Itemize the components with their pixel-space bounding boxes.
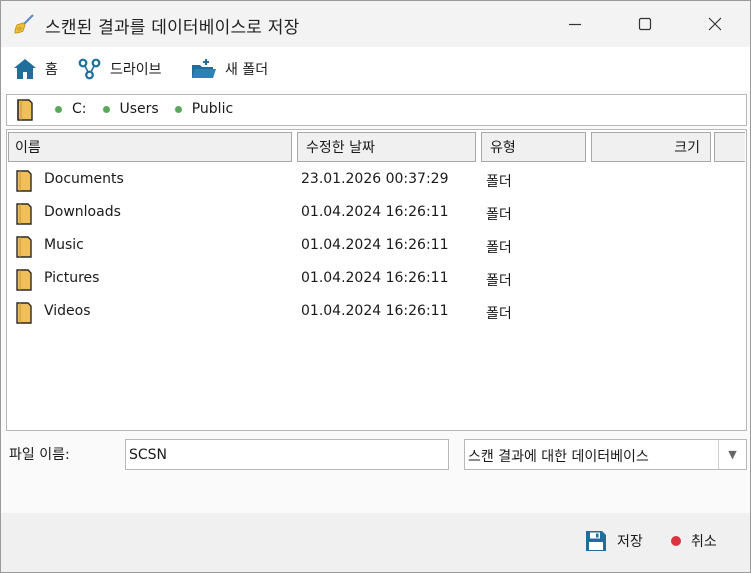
drive-button[interactable]: 드라이브 [78, 57, 162, 81]
file-modified: 01.04.2024 16:26:11 [301, 303, 449, 319]
new-folder-icon [192, 59, 216, 78]
file-type: 폴더 [486, 306, 512, 322]
file-name: Documents [44, 171, 124, 187]
chevron-down-icon[interactable]: ▼ [718, 440, 746, 469]
file-modified: 01.04.2024 16:26:11 [301, 204, 449, 220]
table-row[interactable]: Music 01.04.2024 16:26:11 폴더 [7, 230, 746, 263]
floppy-disk-icon [586, 531, 606, 551]
maximize-button[interactable] [623, 9, 667, 39]
folder-icon [16, 170, 32, 192]
file-modified: 23.01.2026 00:37:29 [301, 171, 449, 187]
maximize-icon [638, 17, 652, 31]
folder-icon [16, 203, 32, 225]
file-name: Pictures [44, 270, 100, 286]
file-name: Downloads [44, 204, 121, 220]
address-bar[interactable]: C: Users Public [6, 94, 747, 126]
file-modified: 01.04.2024 16:26:11 [301, 270, 449, 286]
footer-bar: 저장 취소 [1, 513, 750, 572]
close-icon [708, 17, 722, 31]
column-header-name[interactable]: 이름 [8, 132, 292, 162]
drive-label: 드라이브 [110, 62, 162, 78]
file-type: 폴더 [486, 273, 512, 289]
save-label: 저장 [617, 534, 643, 550]
filename-input[interactable] [125, 439, 449, 470]
table-row[interactable]: Downloads 01.04.2024 16:26:11 폴더 [7, 197, 746, 230]
toolbar: 홈 드라이브 새 폴더 [1, 47, 750, 91]
home-label: 홈 [45, 62, 58, 78]
table-row[interactable]: Pictures 01.04.2024 16:26:11 폴더 [7, 263, 746, 296]
column-header-filler [714, 132, 745, 162]
breadcrumb-label: Public [191, 101, 234, 117]
folder-icon [16, 236, 32, 258]
window-title: 스캔된 결과를 데이터베이스로 저장 [45, 18, 300, 38]
breadcrumb-item-c[interactable]: C: [55, 101, 87, 117]
column-header-type[interactable]: 유형 [481, 132, 586, 162]
cancel-label: 취소 [691, 534, 717, 550]
file-name: Videos [44, 303, 91, 319]
folder-icon [17, 99, 33, 121]
file-list[interactable]: 이름 수정한 날짜 유형 크기 Documents 23.01.2026 00:… [6, 129, 747, 431]
cancel-button[interactable]: 취소 [671, 529, 717, 553]
table-row[interactable]: Videos 01.04.2024 16:26:11 폴더 [7, 296, 746, 329]
home-button[interactable]: 홈 [13, 57, 58, 81]
save-dialog: 스캔된 결과를 데이터베이스로 저장 홈 드라이브 새 폴더 C: Users … [0, 0, 751, 573]
folder-icon [16, 269, 32, 291]
file-type: 폴더 [486, 240, 512, 256]
file-name: Music [44, 237, 84, 253]
breadcrumb-item-public[interactable]: Public [174, 101, 234, 117]
home-icon [14, 59, 36, 79]
filetype-selected: 스캔 결과에 대한 데이터베이스 [468, 449, 649, 465]
close-button[interactable] [693, 9, 737, 39]
bullet-icon [102, 105, 110, 113]
minimize-icon [569, 23, 581, 26]
title-bar: 스캔된 결과를 데이터베이스로 저장 [1, 1, 750, 47]
filename-label: 파일 이름: [9, 447, 70, 463]
file-modified: 01.04.2024 16:26:11 [301, 237, 449, 253]
file-rows: Documents 23.01.2026 00:37:29 폴더 Downloa… [7, 164, 746, 329]
breadcrumb-label: C: [72, 101, 87, 117]
broom-icon [14, 14, 34, 34]
breadcrumb-item-users[interactable]: Users [102, 101, 159, 117]
new-folder-button[interactable]: 새 폴더 [191, 57, 268, 81]
filetype-dropdown[interactable]: 스캔 결과에 대한 데이터베이스 ▼ [464, 439, 747, 470]
column-header-modified[interactable]: 수정한 날짜 [297, 132, 476, 162]
breadcrumb: C: Users Public [55, 101, 233, 117]
drive-network-icon [78, 58, 101, 80]
column-header-size[interactable]: 크기 [591, 132, 711, 162]
cancel-icon [671, 536, 681, 546]
file-type: 폴더 [486, 174, 512, 190]
bullet-icon [55, 105, 62, 113]
new-folder-label: 새 폴더 [225, 62, 269, 78]
table-row[interactable]: Documents 23.01.2026 00:37:29 폴더 [7, 164, 746, 197]
breadcrumb-label: Users [119, 101, 159, 117]
minimize-button[interactable] [553, 9, 597, 39]
bullet-icon [174, 105, 182, 113]
save-button[interactable]: 저장 [585, 529, 643, 553]
file-type: 폴더 [486, 207, 512, 223]
folder-icon [16, 302, 32, 324]
